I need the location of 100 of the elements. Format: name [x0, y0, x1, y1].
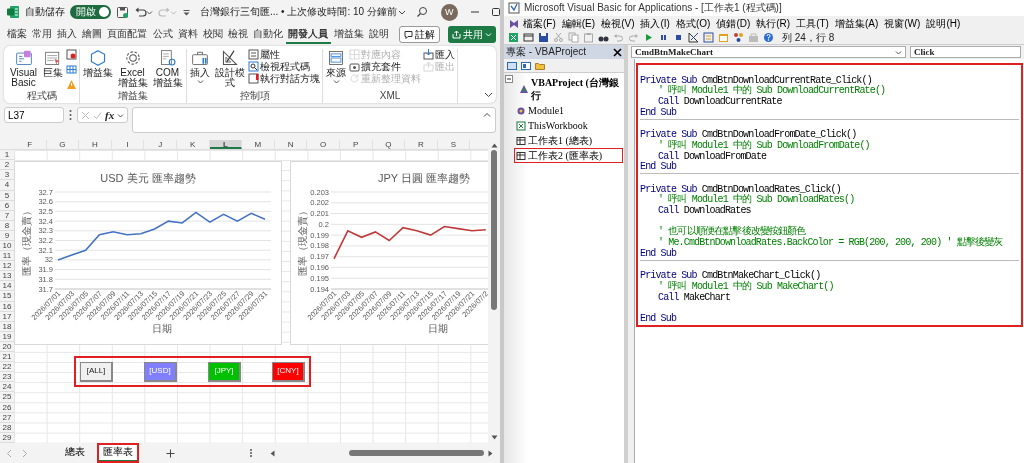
ribbon-small-button[interactable]: 執行對話方塊 [248, 72, 320, 85]
ribbon-tab[interactable]: 校閱 [200, 25, 226, 44]
more-options-icon[interactable] [249, 448, 253, 459]
object-dropdown[interactable]: CmdBtnMakeChart [631, 46, 906, 58]
column-header[interactable]: O [307, 140, 340, 150]
ribbon-small-button[interactable]: 擴充套件 [349, 60, 421, 73]
menu-item[interactable]: 插入(I) [637, 17, 673, 30]
column-header[interactable]: I [111, 140, 145, 150]
column-header[interactable]: J [144, 140, 177, 150]
form-icon[interactable] [523, 32, 534, 43]
view-object-icon[interactable] [521, 60, 531, 71]
column-header[interactable]: R [405, 140, 438, 150]
tree-item[interactable]: ThisWorkbook [514, 118, 623, 133]
row-header[interactable]: 1 [0, 150, 14, 161]
design-mode-icon[interactable] [688, 32, 699, 43]
ribbon-button[interactable]: 插入 [189, 48, 211, 85]
project-tree-icon[interactable] [703, 32, 714, 43]
view-code-icon[interactable] [507, 60, 517, 71]
maximize-icon[interactable] [489, 6, 500, 19]
column-header[interactable]: H [79, 140, 112, 150]
play-icon[interactable] [643, 32, 654, 43]
menu-item[interactable]: 增益集(A) [831, 17, 882, 30]
folder-icon[interactable] [535, 60, 545, 71]
object-browser-icon[interactable] [733, 32, 744, 43]
pause-icon[interactable] [658, 32, 669, 43]
ribbon-tab[interactable]: 增益集 [331, 25, 367, 44]
menu-item[interactable]: 編輯(E) [558, 17, 599, 30]
ribbon-small-button[interactable]: 匯入 [423, 48, 455, 61]
ribbon-tab[interactable]: 常用 [29, 25, 55, 44]
horizontal-scrollbar-thumb[interactable] [349, 450, 484, 457]
ribbon-button[interactable]: COM 增益集 [151, 48, 184, 88]
row-header[interactable]: 26 [0, 402, 14, 413]
menu-item[interactable]: 格式(O) [672, 17, 714, 30]
chevron-down-icon[interactable] [397, 8, 406, 17]
tree-item[interactable]: Module1 [514, 103, 623, 118]
ribbon-tab[interactable]: 頁面配置 [104, 25, 150, 44]
ribbon-button[interactable]: Excel 增益集 [116, 48, 149, 88]
menu-item[interactable]: 檢視(V) [598, 17, 638, 30]
sheet-button[interactable]: [CNY] [272, 361, 305, 382]
vba-menu-icon[interactable] [508, 17, 520, 30]
spreadsheet-icon[interactable] [508, 32, 519, 43]
column-header[interactable]: M [242, 140, 275, 150]
scroll-right-icon[interactable] [488, 449, 494, 457]
ribbon-tab[interactable]: 公式 [149, 25, 176, 44]
scrollbar-thumb[interactable] [491, 150, 497, 311]
ribbon-tab[interactable]: 檢視 [225, 25, 251, 44]
ribbon-button[interactable]: 巨集 [42, 48, 64, 78]
ribbon-button[interactable]: 來源 [325, 48, 347, 85]
ribbon-tab[interactable]: 說明 [366, 25, 392, 44]
collapse-ribbon-icon[interactable] [484, 90, 493, 100]
ribbon-button[interactable]: 設計模式 [213, 48, 246, 88]
comments-button[interactable]: 註解 [399, 26, 440, 44]
sheet-tab[interactable]: 匯率表 [98, 444, 138, 463]
column-header[interactable]: K [176, 140, 210, 150]
undo-icon[interactable] [134, 5, 147, 19]
row-header[interactable]: 25 [0, 392, 14, 403]
menu-item[interactable]: 視窗(W) [881, 17, 924, 30]
share-button[interactable]: 共用 [448, 26, 496, 44]
ribbon-small-button[interactable]: 檢視程式碼 [248, 60, 320, 73]
row-header[interactable]: 27 [0, 412, 14, 423]
search-icon[interactable] [415, 6, 428, 19]
scroll-down-icon[interactable] [490, 435, 498, 442]
procedure-dropdown[interactable]: Click [910, 46, 1021, 58]
customize-toolbar-icon[interactable] [182, 7, 191, 17]
row-header[interactable]: 22 [0, 362, 14, 373]
name-box[interactable]: L37 [4, 107, 64, 124]
column-header[interactable]: Q [372, 140, 406, 150]
ribbon-tab[interactable]: 開發人員 [285, 25, 332, 44]
column-header[interactable]: F [14, 140, 47, 150]
help-icon[interactable] [763, 32, 774, 43]
menu-item[interactable]: 檔案(F) [520, 17, 559, 30]
ribbon-tab[interactable]: 繪圖 [79, 25, 105, 44]
tree-item[interactable]: 工作表1 (總表) [514, 133, 623, 148]
stop-icon[interactable] [673, 32, 684, 43]
column-header[interactable]: N [274, 140, 308, 150]
autosave-toggle[interactable]: 開啟 [70, 5, 111, 20]
save-icon[interactable] [116, 5, 129, 19]
sheet-tab[interactable]: 總表 [60, 444, 90, 463]
ribbon-tab[interactable]: 自動化 [250, 25, 286, 44]
formula-input[interactable] [132, 107, 496, 134]
ribbon-tab[interactable]: 檔案 [4, 25, 30, 44]
table-icon[interactable] [66, 63, 77, 75]
row-header[interactable]: 24 [0, 382, 14, 393]
column-header[interactable]: P [339, 140, 373, 150]
user-avatar[interactable]: W [440, 3, 458, 21]
record-icon[interactable] [66, 48, 77, 60]
row-header[interactable]: 28 [0, 422, 14, 433]
ribbon-small-button[interactable]: 屬性 [248, 48, 320, 61]
close-icon[interactable] [613, 47, 622, 57]
collapse-formula-icon[interactable] [483, 111, 491, 120]
menu-item[interactable]: 執行(R) [753, 17, 794, 30]
ribbon-button[interactable]: 增益集 [82, 48, 114, 78]
scroll-left-icon[interactable] [269, 449, 275, 457]
menu-item[interactable]: 工具(T) [793, 17, 832, 30]
collapse-icon[interactable] [505, 75, 513, 83]
row-header[interactable]: 29 [0, 432, 14, 443]
column-header[interactable]: S [437, 140, 471, 150]
ribbon-button[interactable]: Visual Basic [7, 48, 40, 88]
sheet-button[interactable]: [ALL] [80, 361, 113, 382]
ribbon-tab[interactable]: 資料 [175, 25, 201, 44]
